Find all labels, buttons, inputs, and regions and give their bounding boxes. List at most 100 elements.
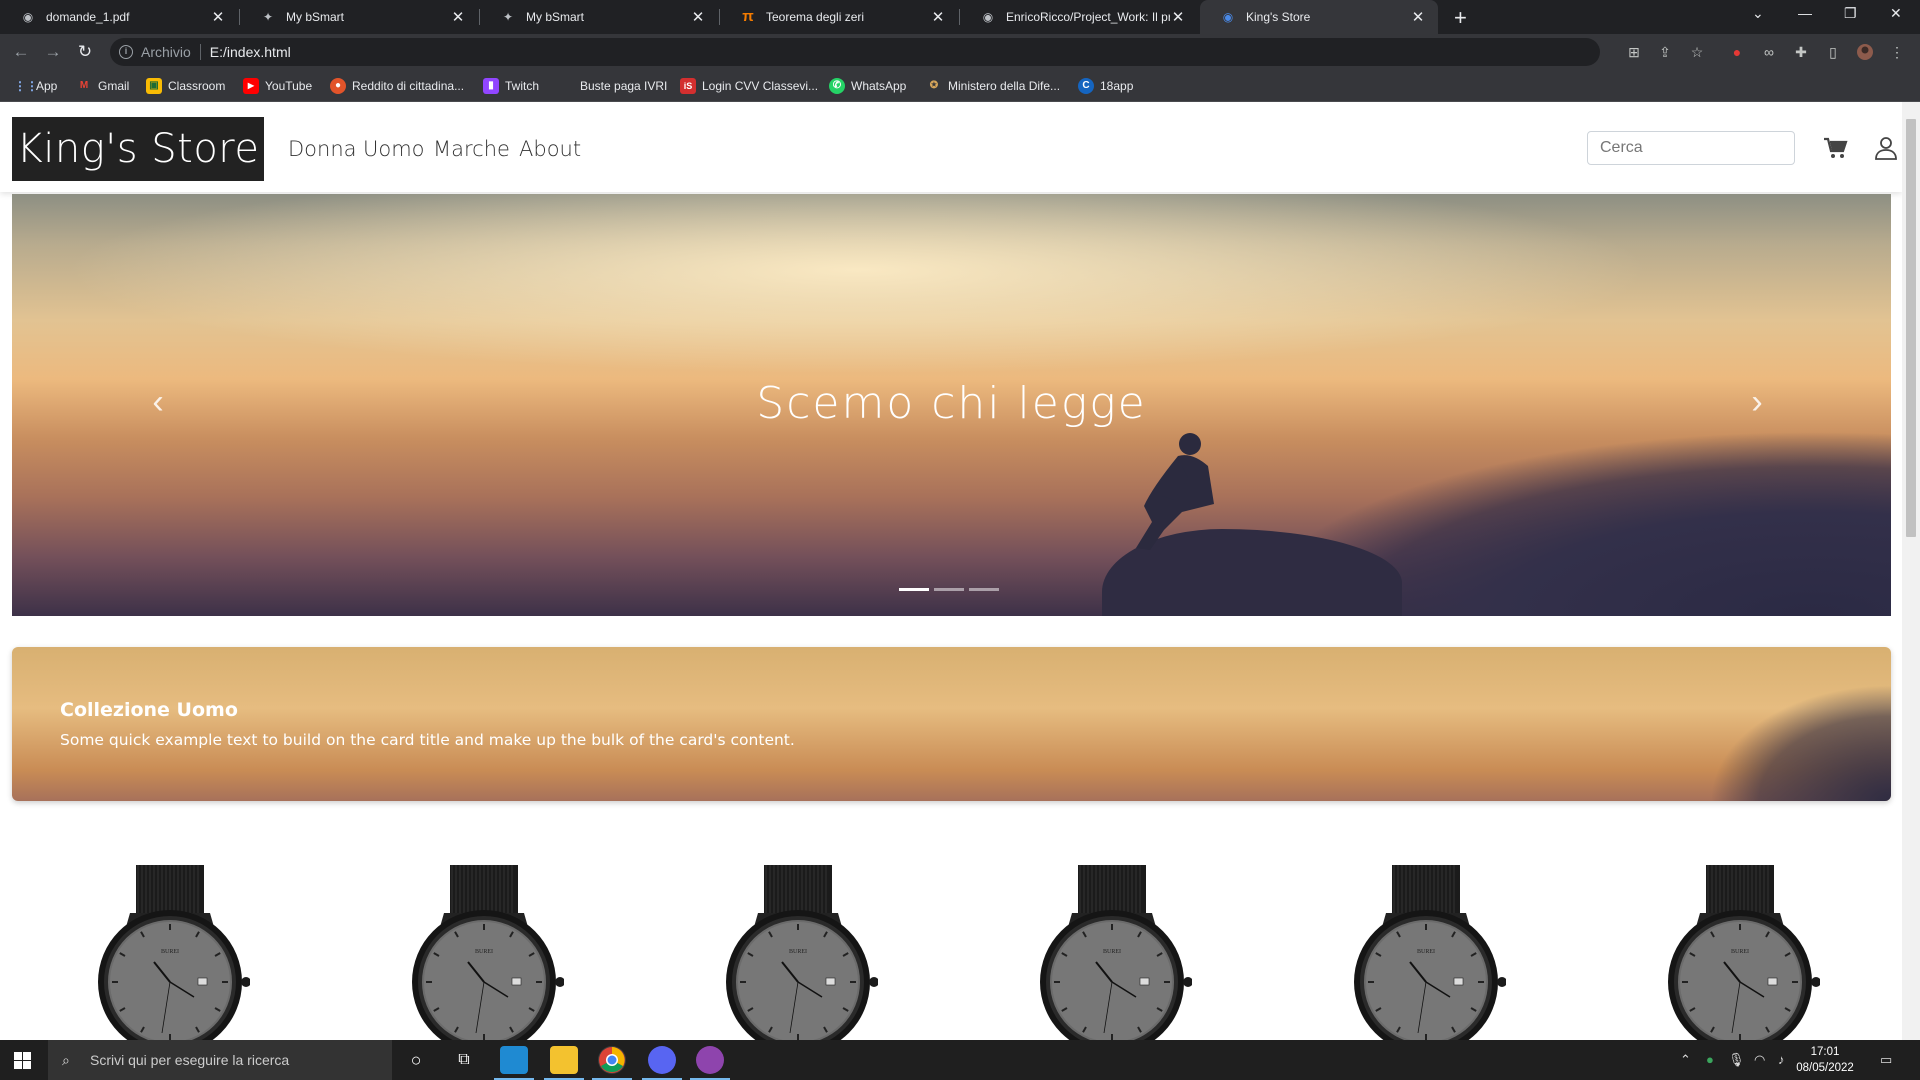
web-page: King's Store Donna Uomo Marche About Sce… <box>0 102 1902 1040</box>
carousel-indicators <box>899 588 999 591</box>
tab-github[interactable]: ◉ EnricoRicco/Project_Work: Il proje ✕ <box>960 0 1198 34</box>
cart-icon[interactable] <box>1822 135 1848 161</box>
close-icon[interactable]: ✕ <box>1410 8 1426 26</box>
user-icon[interactable] <box>1873 135 1899 161</box>
tab-domande[interactable]: ◉ domande_1.pdf ✕ <box>0 0 238 34</box>
product-watch-4[interactable]: BUREI <box>1032 857 1193 1040</box>
task-view-icon[interactable]: ⧉ <box>450 1046 478 1074</box>
extension-red-icon[interactable]: ● <box>1728 43 1746 61</box>
tray-app-icon[interactable]: ● <box>1706 1052 1714 1067</box>
nav-uomo[interactable]: Uomo <box>363 137 425 161</box>
carousel-caption: Scemo chi legge <box>756 378 1147 429</box>
microphone-icon[interactable]: 🎙 <box>1728 1052 1745 1068</box>
pi-icon: π <box>742 8 754 25</box>
collection-card[interactable]: Collezione Uomo Some quick example text … <box>12 647 1891 801</box>
notifications-icon[interactable]: ▭ <box>1880 1052 1892 1068</box>
page-scrollbar[interactable] <box>1902 102 1920 1040</box>
classroom-icon: ▣ <box>146 78 162 94</box>
bookmark-18app[interactable]: C 18app <box>1078 78 1133 94</box>
tab-bsmart-1[interactable]: ✦ My bSmart ✕ <box>240 0 478 34</box>
close-icon[interactable]: ✕ <box>690 8 706 26</box>
carousel-indicator-3[interactable] <box>969 588 999 591</box>
restore-button[interactable]: ❐ <box>1844 5 1857 22</box>
tray-chevron-icon[interactable]: ⌃ <box>1680 1052 1691 1068</box>
extensions-icon[interactable]: ✚ <box>1792 43 1810 61</box>
bookmark-classroom[interactable]: ▣ Classroom <box>146 78 225 94</box>
hero-carousel: Scemo chi legge ‹ › <box>12 194 1891 616</box>
back-icon[interactable]: ← <box>10 41 32 63</box>
product-row: BUREI BUREI BUREI BUREI BUREI BUREI <box>0 857 1902 1040</box>
nav-about[interactable]: About <box>519 137 581 161</box>
new-tab-button[interactable]: + <box>1454 5 1467 31</box>
watch-brand-label: BUREI <box>161 949 179 955</box>
bookmark-gmail[interactable]: M Gmail <box>76 78 130 94</box>
product-watch-5[interactable]: BUREI <box>1346 857 1507 1040</box>
carousel-indicator-2[interactable] <box>934 588 964 591</box>
search-input[interactable] <box>1587 131 1795 165</box>
close-window-button[interactable]: ✕ <box>1890 5 1902 22</box>
collection-title: Collezione Uomo <box>60 699 238 721</box>
close-icon[interactable]: ✕ <box>210 8 226 26</box>
nav-donna[interactable]: Donna <box>288 137 357 161</box>
menu-icon[interactable]: ⋮ <box>1888 43 1906 61</box>
chrome-icon[interactable] <box>598 1046 626 1074</box>
bookmark-classeviva[interactable]: iS Login CVV Classevi... <box>680 78 818 94</box>
bookmark-app[interactable]: ⋮⋮ App <box>14 78 57 94</box>
tab-search-icon[interactable]: ⌄ <box>1752 5 1764 22</box>
browser-toolbar: ← → ↻ i Archivio E:/index.html ⊞ ⇪ ☆ ● ∞… <box>0 34 1920 70</box>
network-icon[interactable]: ◠ <box>1754 1052 1765 1068</box>
watch-brand-label: BUREI <box>1103 949 1121 955</box>
18app-icon: C <box>1078 78 1094 94</box>
reload-icon[interactable]: ↻ <box>74 41 96 63</box>
taskbar-search[interactable]: ⌕ Scrivi qui per eseguire la ricerca <box>48 1040 392 1080</box>
extension-glasses-icon[interactable]: ∞ <box>1760 43 1778 61</box>
taskbar-clock[interactable]: 17:01 08/05/2022 <box>1790 1044 1860 1076</box>
volume-icon[interactable]: ♪ <box>1778 1052 1785 1067</box>
collection-text: Some quick example text to build on the … <box>60 731 795 749</box>
product-watch-2[interactable]: BUREI <box>404 857 565 1040</box>
side-panel-icon[interactable]: ▯ <box>1824 43 1842 61</box>
bookmark-star-icon[interactable]: ☆ <box>1688 43 1706 61</box>
cortana-icon[interactable]: ○ <box>402 1046 430 1074</box>
close-icon[interactable]: ✕ <box>930 8 946 26</box>
carousel-prev-icon[interactable]: ‹ <box>138 382 178 422</box>
discord-icon[interactable] <box>648 1046 676 1074</box>
url-text[interactable]: E:/index.html <box>210 44 291 60</box>
bookmark-reddito[interactable]: ● Reddito di cittadina... <box>330 78 464 94</box>
bookmark-buste-paga[interactable]: Buste paga IVRI <box>580 78 667 94</box>
bookmark-ministero[interactable]: ✪ Ministero della Dife... <box>926 78 1060 94</box>
scrollbar-thumb[interactable] <box>1906 119 1916 537</box>
file-explorer-icon[interactable] <box>550 1046 578 1074</box>
info-icon[interactable]: i <box>119 45 133 59</box>
minimize-button[interactable]: — <box>1798 5 1812 21</box>
product-watch-3[interactable]: BUREI <box>718 857 879 1040</box>
bookmark-whatsapp[interactable]: ✆ WhatsApp <box>829 78 906 94</box>
windows-start-icon[interactable] <box>14 1052 31 1069</box>
profile-avatar[interactable] <box>1856 43 1874 61</box>
watch-brand-label: BUREI <box>789 949 807 955</box>
forward-icon[interactable]: → <box>42 41 64 63</box>
github-icon: ◉ <box>22 10 34 24</box>
translate-icon[interactable]: ⊞ <box>1625 43 1643 61</box>
ministero-icon: ✪ <box>929 80 939 91</box>
carousel-indicator-1[interactable] <box>899 588 929 591</box>
vscode-icon[interactable] <box>500 1046 528 1074</box>
bookmark-twitch[interactable]: ▮ Twitch <box>483 78 539 94</box>
product-watch-1[interactable]: BUREI <box>90 857 251 1040</box>
product-watch-6[interactable]: BUREI <box>1660 857 1821 1040</box>
carousel-next-icon[interactable]: › <box>1737 382 1777 422</box>
tab-bsmart-2[interactable]: ✦ My bSmart ✕ <box>480 0 718 34</box>
share-icon[interactable]: ⇪ <box>1656 43 1674 61</box>
nav-marche[interactable]: Marche <box>433 137 510 161</box>
github-icon: ◉ <box>982 10 994 24</box>
brand-logo[interactable]: King's Store <box>12 117 264 181</box>
github-desktop-icon[interactable] <box>696 1046 724 1074</box>
address-bar[interactable]: i Archivio E:/index.html <box>110 38 1600 66</box>
bookmark-youtube[interactable]: ▶ YouTube <box>243 78 312 94</box>
tab-kings-store[interactable]: ◉ King's Store ✕ <box>1200 0 1438 34</box>
search-icon: ⌕ <box>62 1051 70 1068</box>
close-icon[interactable]: ✕ <box>1170 8 1186 26</box>
apps-grid-icon: ⋮⋮ <box>14 79 38 93</box>
close-icon[interactable]: ✕ <box>450 8 466 26</box>
tab-teorema[interactable]: π Teorema degli zeri ✕ <box>720 0 958 34</box>
